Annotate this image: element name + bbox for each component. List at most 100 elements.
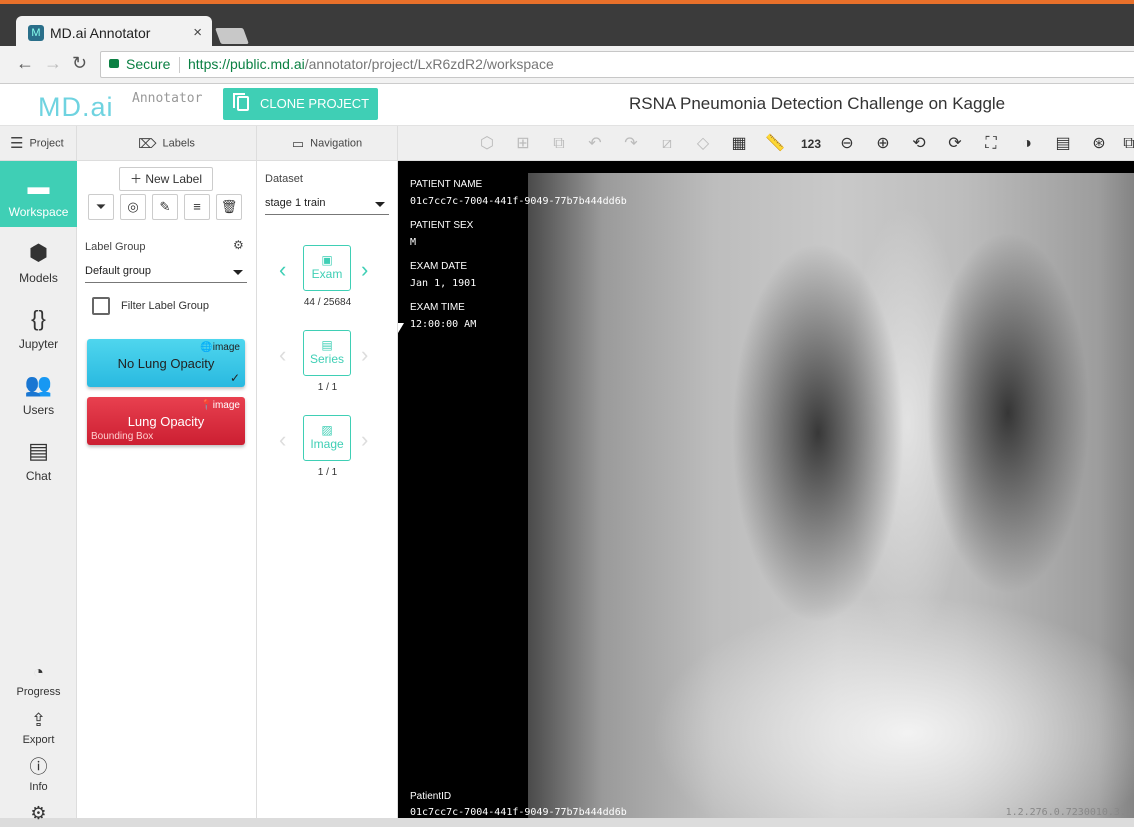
tag-icon: ⌦ xyxy=(138,136,157,151)
panel-headers: ☰ Project ⌦ Labels ▭ Navigation xyxy=(0,126,398,161)
close-icon[interactable]: × xyxy=(193,24,202,41)
label-group-select[interactable]: Default group xyxy=(85,265,247,283)
fit-screen-icon[interactable]: ⛶ xyxy=(980,133,1002,155)
patient-id-key: PatientID xyxy=(410,791,452,802)
exam-label: Exam xyxy=(311,267,343,281)
new-tab-button[interactable] xyxy=(215,28,249,44)
label-type: Bounding Box xyxy=(91,431,154,442)
project-panel-label: Project xyxy=(29,137,64,150)
filter-icon[interactable]: ⏷ xyxy=(88,194,114,220)
copy-icon[interactable]: ⧉ xyxy=(1118,133,1134,155)
nav-users[interactable]: 👥 Users xyxy=(0,359,77,425)
label-name: Lung Opacity xyxy=(127,414,205,429)
cube-icon: ⬢ xyxy=(28,240,49,265)
label-scope: 🌐image xyxy=(200,342,240,353)
cube-icon[interactable]: ⬡ xyxy=(476,133,498,155)
chat-icon: ▤ xyxy=(28,438,49,463)
dataset-label: Dataset xyxy=(265,173,303,185)
zoom-out-icon[interactable]: ⊖ xyxy=(836,133,858,155)
lock-icon xyxy=(109,59,119,68)
prev-series-icon[interactable]: ‹ xyxy=(279,342,286,368)
clear-list-icon[interactable]: ≡ xyxy=(184,194,210,220)
clone-project-button[interactable]: CLONE PROJECT xyxy=(223,88,378,120)
braces-icon: {} xyxy=(31,306,46,331)
labels-panel-toggle[interactable]: ⌦ Labels xyxy=(77,126,257,161)
image-icon: ▬ xyxy=(27,174,50,199)
brand-logo[interactable]: MD.ai xyxy=(38,92,114,123)
new-label-text: New Label xyxy=(145,172,203,186)
copy-icon xyxy=(233,93,249,111)
brain-icon[interactable]: ⊛ xyxy=(1088,133,1110,155)
users-icon: 👥 xyxy=(24,372,53,397)
image-viewer[interactable]: PATIENT NAME 01c7cc7c-7004-441f-9049-77b… xyxy=(398,161,1134,818)
copy-frame-icon[interactable]: ⧉ xyxy=(548,133,570,155)
dataset-value: stage 1 train xyxy=(265,197,326,209)
label-group-title: Label Group xyxy=(85,241,146,253)
grid-icon[interactable]: ▦ xyxy=(728,133,750,155)
address-bar: ← → ↻ Secure https://public.md.ai/annota… xyxy=(0,46,1134,84)
patient-sex-key: PATIENT SEX xyxy=(410,220,474,231)
chest-xray-image xyxy=(528,173,1134,818)
new-label-button[interactable]: ＋ New Label xyxy=(119,167,213,191)
redo-icon[interactable]: ↷ xyxy=(620,133,642,155)
prev-exam-icon[interactable]: ‹ xyxy=(279,257,286,283)
nav-settings[interactable]: ⚙ xyxy=(0,802,77,827)
browser-tab[interactable]: M MD.ai Annotator × xyxy=(16,16,212,50)
calculator-icon[interactable]: ▤ xyxy=(1052,133,1074,155)
reload-icon[interactable]: ↻ xyxy=(72,53,87,74)
navigation-panel-toggle[interactable]: ▭ Navigation xyxy=(257,126,398,161)
next-image-icon[interactable]: › xyxy=(361,427,368,453)
label-card-no-lung-opacity[interactable]: 🌐image No Lung Opacity ✓ xyxy=(87,339,245,387)
pin-icon: 📍 xyxy=(200,400,213,411)
project-panel-toggle[interactable]: ☰ Project xyxy=(0,126,77,161)
hide-icon[interactable]: ◎ xyxy=(120,194,146,220)
tab-title: MD.ai Annotator xyxy=(50,25,151,41)
undo-icon[interactable]: ↶ xyxy=(584,133,606,155)
mouse-cursor-icon xyxy=(398,323,404,333)
series-button[interactable]: ▤ Series xyxy=(303,330,351,376)
hide-layers-icon[interactable]: ⧄ xyxy=(656,133,678,155)
next-series-icon[interactable]: › xyxy=(361,342,368,368)
zoom-in-icon[interactable]: ⊕ xyxy=(872,133,894,155)
rotate-left-icon[interactable]: ⟲ xyxy=(908,133,930,155)
nav-progress[interactable]: ◔ Progress xyxy=(0,661,77,698)
back-icon[interactable]: ← xyxy=(16,53,34,74)
image-button[interactable]: ▨ Image xyxy=(303,415,351,461)
globe-icon: 🌐 xyxy=(200,342,213,353)
nav-jupyter-label: Jupyter xyxy=(18,337,59,351)
exam-counter: 44 / 25684 xyxy=(303,297,352,308)
project-title: RSNA Pneumonia Detection Challenge on Ka… xyxy=(629,94,1006,113)
eraser-icon[interactable]: ◇ xyxy=(692,133,714,155)
delete-icon[interactable]: 🗑 xyxy=(216,194,242,220)
nav-info-label: Info xyxy=(29,781,48,793)
url-input[interactable]: Secure https://public.md.ai/annotator/pr… xyxy=(100,51,1134,78)
pixel-probe-icon[interactable]: 123 xyxy=(798,133,824,155)
dataset-select[interactable]: stage 1 train xyxy=(265,197,389,215)
nav-export-label: Export xyxy=(22,734,55,746)
next-exam-icon[interactable]: › xyxy=(361,257,368,283)
label-card-lung-opacity[interactable]: 📍image Lung Opacity Bounding Box xyxy=(87,397,245,445)
nav-info[interactable]: ⓘ Info xyxy=(0,756,77,793)
filter-label-group-checkbox[interactable] xyxy=(92,297,110,315)
exam-date-value: Jan 1, 1901 xyxy=(410,278,477,289)
gear-icon[interactable]: ⚙ xyxy=(233,238,244,252)
nav-progress-label: Progress xyxy=(16,686,61,698)
nav-export[interactable]: ⇪ Export xyxy=(0,709,77,746)
contrast-icon[interactable]: ◑ xyxy=(1016,133,1038,155)
clone-project-label: CLONE PROJECT xyxy=(260,96,370,111)
nav-chat[interactable]: ▤ Chat xyxy=(0,425,77,491)
forward-icon[interactable]: → xyxy=(44,53,62,74)
nav-jupyter[interactable]: {} Jupyter xyxy=(0,293,77,359)
exam-button[interactable]: ▣ Exam xyxy=(303,245,351,291)
url-path: /annotator/project/LxR6zdR2/workspace xyxy=(304,56,554,72)
patient-name-value: 01c7cc7c-7004-441f-9049-77b7b444dd6b xyxy=(410,196,627,207)
nav-models[interactable]: ⬢ Models xyxy=(0,227,77,293)
add-image-icon[interactable]: ⊞ xyxy=(512,133,534,155)
exam-time-key: EXAM TIME xyxy=(410,302,465,313)
rotate-right-icon[interactable]: ⟳ xyxy=(944,133,966,155)
nav-workspace[interactable]: ▬ Workspace xyxy=(0,161,77,227)
prev-image-icon[interactable]: ‹ xyxy=(279,427,286,453)
edit-icon[interactable]: ✎ xyxy=(152,194,178,220)
ruler-icon[interactable]: 📏 xyxy=(764,133,786,155)
series-uid: 1.2.276.0.7230010.3.1 xyxy=(1005,807,1132,818)
